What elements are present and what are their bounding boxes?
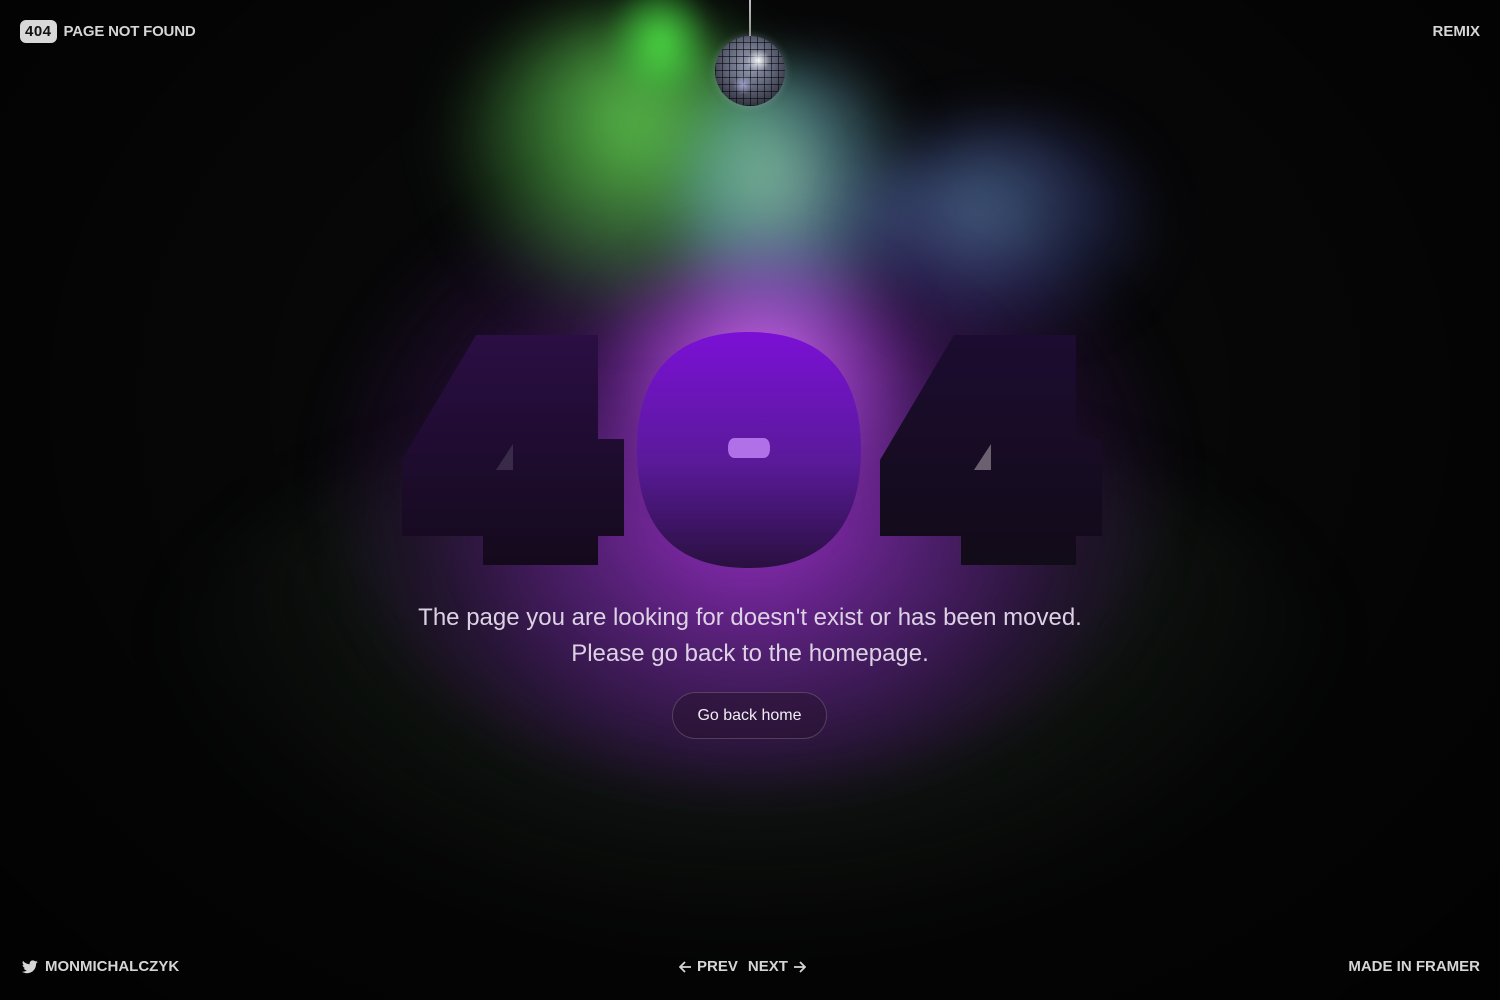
prev-label: PREV xyxy=(697,958,738,975)
error-code-badge: 404 xyxy=(20,20,57,43)
next-label: NEXT xyxy=(747,958,788,975)
green-spotlight xyxy=(610,0,710,100)
digit-four-left xyxy=(402,335,624,565)
disco-ball-icon xyxy=(715,36,785,106)
big-404-graphic xyxy=(400,318,1108,580)
digit-four-right xyxy=(880,335,1102,565)
made-in-framer-link[interactable]: MADE IN FRAMER xyxy=(1348,958,1480,975)
next-button[interactable]: NEXT xyxy=(748,958,806,975)
social-handle: MONMICHALCZYK xyxy=(45,958,180,975)
disco-ball-string xyxy=(749,0,751,40)
go-back-home-button[interactable]: Go back home xyxy=(672,692,827,739)
error-message: The page you are looking for doesn't exi… xyxy=(418,604,1082,667)
digit-zero xyxy=(637,332,861,568)
blue-light-glow xyxy=(860,120,1160,340)
twitter-icon xyxy=(22,959,38,973)
prev-button[interactable]: PREV xyxy=(679,958,738,975)
page: 404 PAGE NOT FOUND REMIX The page you ar… xyxy=(0,0,1500,1000)
remix-link[interactable]: REMIX xyxy=(1432,23,1480,40)
pagination-nav: PREV NEXT xyxy=(679,958,806,975)
header-brand: 404 PAGE NOT FOUND xyxy=(20,20,196,43)
arrow-left-icon xyxy=(679,960,691,973)
page-title: PAGE NOT FOUND xyxy=(63,23,196,40)
cyan-light-glow xyxy=(680,60,920,360)
arrow-right-icon xyxy=(793,960,806,973)
social-link[interactable]: MONMICHALCZYK xyxy=(22,958,179,975)
